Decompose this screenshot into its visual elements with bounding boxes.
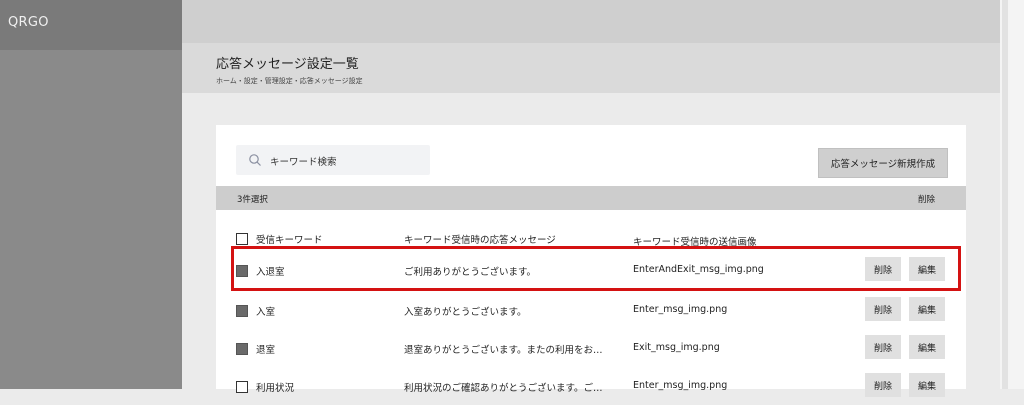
new-message-button[interactable]: 応答メッセージ新規作成 — [818, 148, 948, 178]
row-delete-button[interactable]: 削除 — [865, 335, 901, 359]
row-message: ご利用ありがとうございます。 — [404, 267, 537, 278]
row-edit-button[interactable]: 編集 — [909, 257, 945, 281]
row-message: 退室ありがとうございます。またの利用をお… — [404, 345, 603, 356]
top-bar — [182, 0, 1000, 43]
scrollbar[interactable] — [1002, 0, 1008, 389]
selection-count: 3件選択 — [237, 195, 268, 205]
message-list-card: キーワード検索 応答メッセージ新規作成 3件選択 削除 受信キーワード キーワー… — [216, 125, 966, 397]
header-message: キーワード受信時の応答メッセージ — [404, 235, 556, 246]
row-edit-button[interactable]: 編集 — [909, 373, 945, 397]
row-image: EnterAndExit_msg_img.png — [633, 264, 764, 275]
page-title: 応答メッセージ設定一覧 — [216, 57, 359, 72]
row-checkbox[interactable] — [236, 381, 248, 393]
breadcrumb[interactable]: ホーム・設定・管理設定・応答メッセージ設定 — [216, 76, 363, 86]
table-header-row: 受信キーワード キーワード受信時の応答メッセージ キーワード受信時の送信画像 — [216, 221, 966, 257]
table-row: 入退室 ご利用ありがとうございます。 EnterAndExit_msg_img.… — [216, 253, 966, 289]
row-checkbox[interactable] — [236, 305, 248, 317]
search-placeholder: キーワード検索 — [270, 157, 337, 168]
sidebar — [0, 0, 182, 389]
row-delete-button[interactable]: 削除 — [865, 373, 901, 397]
row-image: Enter_msg_img.png — [633, 304, 728, 315]
row-edit-button[interactable]: 編集 — [909, 297, 945, 321]
header-keyword: 受信キーワード — [256, 235, 323, 246]
app-brand[interactable]: QRGO — [0, 0, 182, 50]
row-checkbox[interactable] — [236, 265, 248, 277]
row-image: Exit_msg_img.png — [633, 342, 720, 353]
table-row: 利用状況 利用状況のご確認ありがとうございます。ご… Enter_msg_img… — [216, 369, 966, 405]
brand-label: QRGO — [8, 15, 49, 30]
search-icon — [249, 154, 261, 166]
row-keyword: 利用状況 — [256, 383, 295, 394]
bulk-delete-button[interactable]: 削除 — [918, 193, 935, 205]
header-image: キーワード受信時の送信画像 — [633, 237, 757, 248]
table-row: 入室 入室ありがとうございます。 Enter_msg_img.png 削除 編集 — [216, 293, 966, 329]
row-keyword: 入退室 — [256, 267, 285, 278]
search-input[interactable]: キーワード検索 — [236, 145, 430, 175]
row-message: 利用状況のご確認ありがとうございます。ご… — [404, 383, 603, 394]
selection-bar: 3件選択 削除 — [216, 186, 966, 210]
row-keyword: 入室 — [256, 307, 276, 318]
table-row: 退室 退室ありがとうございます。またの利用をお… Exit_msg_img.pn… — [216, 331, 966, 367]
row-keyword: 退室 — [256, 345, 276, 356]
row-message: 入室ありがとうございます。 — [404, 307, 527, 318]
select-all-checkbox[interactable] — [236, 233, 248, 245]
row-checkbox[interactable] — [236, 343, 248, 355]
row-image: Enter_msg_img.png — [633, 380, 728, 391]
row-delete-button[interactable]: 削除 — [865, 297, 901, 321]
row-edit-button[interactable]: 編集 — [909, 335, 945, 359]
page-header: 応答メッセージ設定一覧 ホーム・設定・管理設定・応答メッセージ設定 — [182, 43, 1000, 93]
row-delete-button[interactable]: 削除 — [865, 257, 901, 281]
